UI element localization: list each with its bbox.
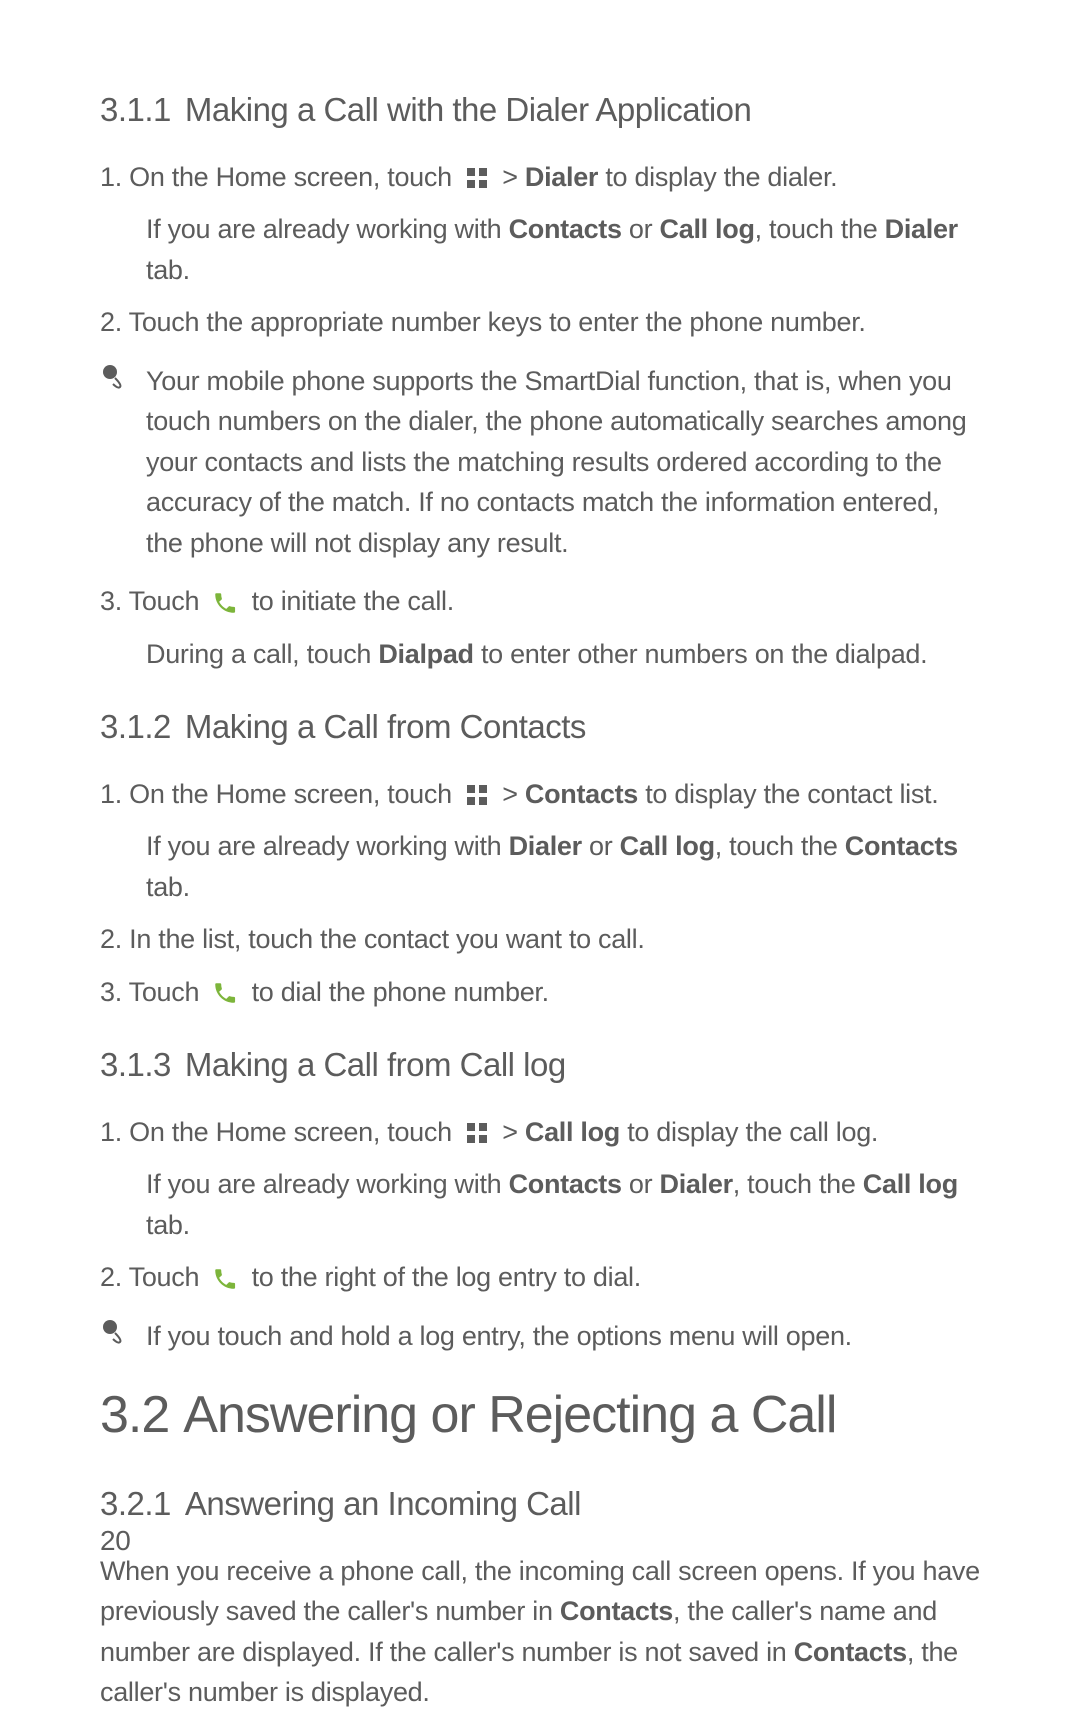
text: or [629,214,652,244]
heading-number: 3.1.3 [100,1046,171,1083]
step-1-sub: If you are already working with Contacts… [100,209,980,290]
bold-contacts: Contacts [794,1637,907,1667]
step-3: 3. Touch to initiate the call. [100,581,980,622]
text: > [502,779,517,809]
heading-number: 3.2.1 [100,1485,171,1522]
note-text: If you touch and hold a log entry, the o… [146,1316,980,1357]
text: 1. On the Home screen, touch [100,1117,452,1147]
heading-text: Making a Call from Contacts [185,708,586,745]
step-1-sub: If you are already working with Dialer o… [100,826,980,907]
step-1: 1. On the Home screen, touch > Call log … [100,1112,980,1153]
bold-call-log: Call log [660,214,755,244]
heading-text: Making a Call with the Dialer Applicatio… [185,91,751,128]
text: tab. [146,872,190,902]
text: 3. Touch [100,977,199,1007]
step-2: 2. In the list, touch the contact you wa… [100,919,980,960]
text: or [629,1169,652,1199]
phone-icon [212,1266,238,1292]
bold-dialpad: Dialpad [378,639,473,669]
text: , touch the [755,214,878,244]
heading-3-2: 3.2Answering or Rejecting a Call [100,1376,980,1454]
heading-text: Answering or Rejecting a Call [183,1386,836,1444]
step-1-sub: If you are already working with Contacts… [100,1164,980,1245]
text: If you are already working with [146,831,501,861]
apps-grid-icon [465,783,489,807]
bold-dialer: Dialer [660,1169,733,1199]
text: to display the contact list. [645,779,938,809]
bold-dialer: Dialer [885,214,958,244]
paragraph-incoming-call: When you receive a phone call, the incom… [100,1551,980,1713]
text: to display the call log. [627,1117,878,1147]
bold-contacts: Contacts [525,779,638,809]
text: to enter other numbers on the dialpad. [481,639,927,669]
text: to dial the phone number. [252,977,549,1007]
note-log-entry: If you touch and hold a log entry, the o… [100,1316,980,1357]
text: tab. [146,1210,190,1240]
text: > [502,1117,517,1147]
text: During a call, touch [146,639,371,669]
bold-call-log: Call log [525,1117,620,1147]
note-text: Your mobile phone supports the SmartDial… [146,361,980,564]
note-icon [100,1318,128,1346]
text: , touch the [715,831,838,861]
heading-text: Answering an Incoming Call [185,1485,581,1522]
text: 3. Touch [100,586,199,616]
step-2: 2. Touch to the right of the log entry t… [100,1257,980,1298]
step-3-sub: During a call, touch Dialpad to enter ot… [100,634,980,675]
heading-number: 3.1.1 [100,91,171,128]
bold-contacts: Contacts [560,1596,673,1626]
phone-icon [212,590,238,616]
heading-number: 3.2 [100,1386,169,1444]
text: or [589,831,612,861]
note-smartdial: Your mobile phone supports the SmartDial… [100,361,980,564]
note-icon [100,363,128,391]
bold-contacts: Contacts [509,1169,622,1199]
text: > [502,162,517,192]
step-1: 1. On the Home screen, touch > Contacts … [100,774,980,815]
heading-number: 3.1.2 [100,708,171,745]
bold-dialer: Dialer [525,162,598,192]
page-number: 20 [100,1520,131,1562]
text: to the right of the log entry to dial. [252,1262,641,1292]
heading-text: Making a Call from Call log [185,1046,566,1083]
text: to initiate the call. [252,586,454,616]
heading-3-1-3: 3.1.3 Making a Call from Call log [100,1040,980,1090]
phone-icon [212,980,238,1006]
text: 1. On the Home screen, touch [100,162,452,192]
step-2: 2. Touch the appropriate number keys to … [100,302,980,343]
text: If you are already working with [146,214,501,244]
bold-contacts: Contacts [509,214,622,244]
text: 2. Touch [100,1262,199,1292]
heading-3-1-2: 3.1.2 Making a Call from Contacts [100,702,980,752]
text: If you are already working with [146,1169,501,1199]
text: tab. [146,255,190,285]
text: 1. On the Home screen, touch [100,779,452,809]
apps-grid-icon [465,166,489,190]
heading-3-2-1: 3.2.1 Answering an Incoming Call [100,1479,980,1529]
step-1: 1. On the Home screen, touch > Dialer to… [100,157,980,198]
bold-call-log: Call log [863,1169,958,1199]
bold-contacts: Contacts [845,831,958,861]
bold-dialer: Dialer [509,831,582,861]
step-3: 3. Touch to dial the phone number. [100,972,980,1013]
text: to display the dialer. [605,162,837,192]
apps-grid-icon [465,1121,489,1145]
text: , touch the [733,1169,856,1199]
heading-3-1-1: 3.1.1 Making a Call with the Dialer Appli… [100,85,980,135]
bold-call-log: Call log [620,831,715,861]
